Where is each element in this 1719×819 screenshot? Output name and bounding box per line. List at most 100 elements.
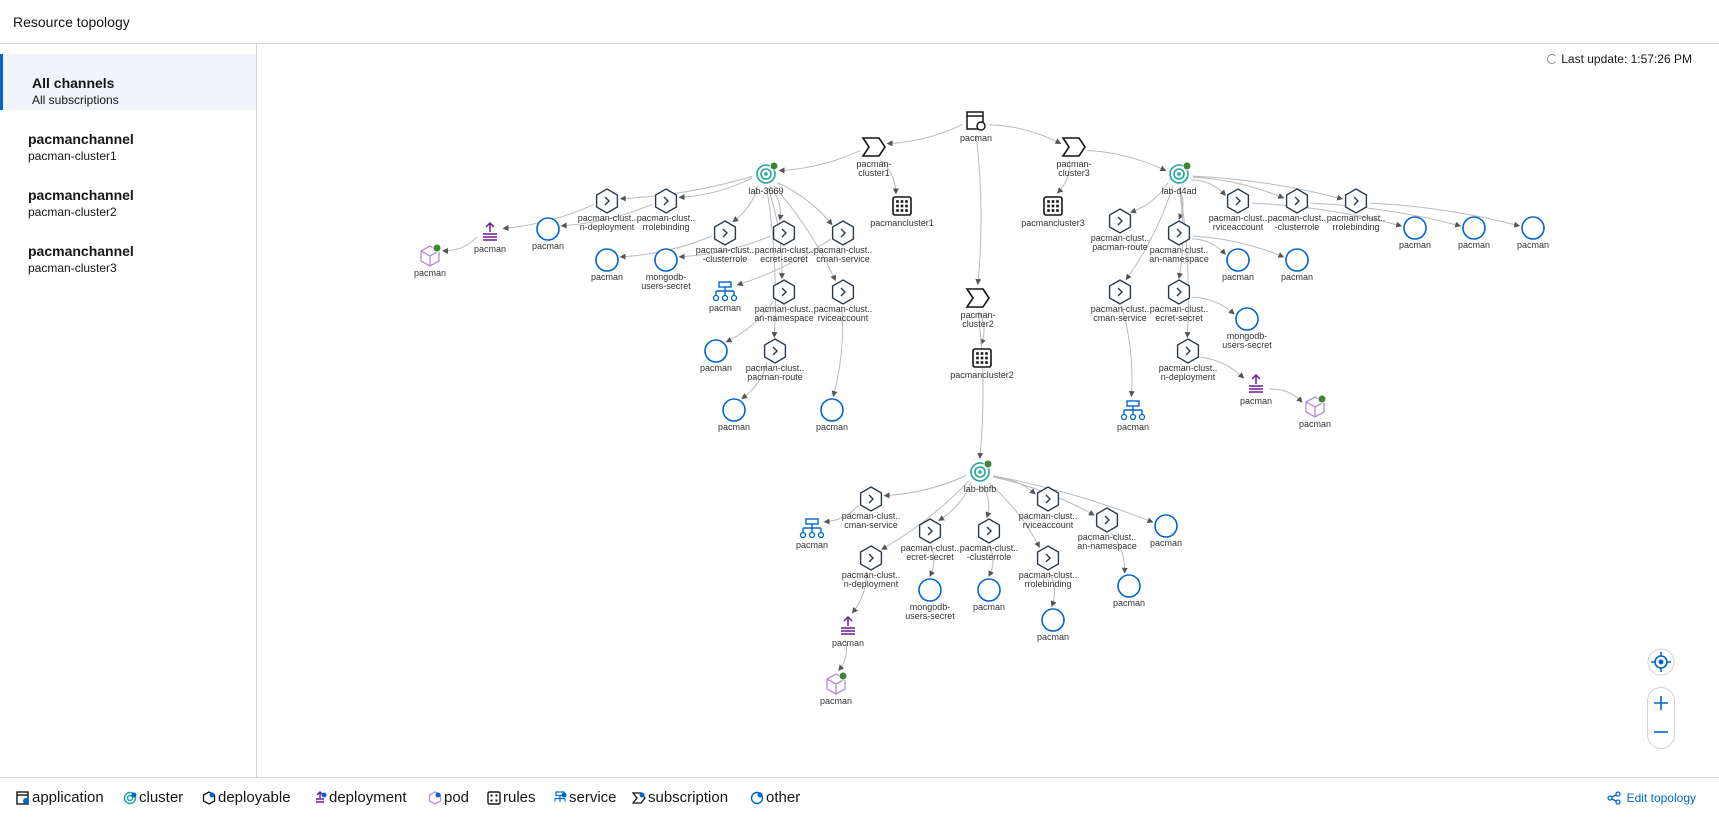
node-label: pacman [709, 303, 741, 313]
node-label: cman-service [816, 254, 870, 264]
topology-node-cluster[interactable]: lab-d4ad [1161, 161, 1197, 196]
topology-node-rules[interactable]: pacmancluster3 [1021, 196, 1085, 228]
topology-edge [883, 474, 967, 499]
topology-node-application[interactable]: pacman [960, 111, 992, 143]
node-label: pacman [1150, 538, 1182, 548]
topology-node-subscription[interactable]: pacman-cluster2 [960, 288, 996, 329]
edit-topology-link[interactable]: Edit topology [1606, 791, 1696, 805]
node-label: pacmancluster2 [950, 370, 1014, 380]
topology-edge [977, 311, 984, 459]
node-label: lab-d4ad [1161, 186, 1196, 196]
topology-node-deployable[interactable]: pacman-clust..an-namespace [754, 279, 814, 323]
topology-node-other[interactable]: pacman [700, 339, 732, 373]
topology-node-service[interactable]: pacman [1117, 400, 1149, 432]
topology-node-deployable[interactable]: pacman-clust..-clusterrole [960, 518, 1019, 562]
topology-edge [776, 182, 833, 226]
topology-node-deployable[interactable]: pacman-clust..pacman-route [746, 338, 805, 382]
node-label: pacman [820, 696, 852, 706]
topology-node-service[interactable]: pacman [796, 518, 828, 550]
topology-node-deployable[interactable]: pacman-clust..an-namespace [1149, 220, 1209, 264]
topology-node-deployable[interactable]: pacman-clust..rrolebinding [1327, 188, 1386, 232]
topology-node-other[interactable]: pacman [1113, 574, 1145, 608]
topology-node-deployable[interactable]: pacman-clust..ecret-secret [901, 518, 960, 562]
topology-node-rules[interactable]: pacmancluster2 [950, 348, 1014, 380]
fit-to-screen-button[interactable] [1647, 648, 1675, 681]
topology-edge [1191, 179, 1226, 196]
node-label: n-deployment [844, 579, 899, 589]
topology-node-deployable[interactable]: pacman-clust..rviceaccount [814, 279, 873, 323]
topology-node-other[interactable]: pacman [591, 248, 623, 282]
topology-node-deployable[interactable]: pacman-clust..ecret-secret [755, 220, 814, 264]
zoom-controls [1647, 687, 1675, 754]
node-label: users-secret [1222, 340, 1272, 350]
topology-node-deployable[interactable]: pacman-clust..rviceaccount [1209, 188, 1268, 232]
topology-node-other[interactable]: pacman [1037, 608, 1069, 642]
topology-node-other[interactable]: pacman [973, 578, 1005, 612]
node-label: pacman [532, 241, 564, 251]
topology-edge [619, 175, 753, 202]
topology-legend: application cluster deployable deploymen… [0, 777, 1719, 819]
topology-node-other[interactable]: pacman [1281, 248, 1313, 282]
topology-node-deployment[interactable]: pacman [474, 221, 506, 254]
node-label: rrolebinding [1024, 579, 1071, 589]
node-label: cluster3 [1058, 168, 1090, 178]
topology-node-deployable[interactable]: pacman-clust..n-deployment [578, 188, 637, 232]
topology-node-deployable[interactable]: pacman-clust..cman-service [1091, 279, 1150, 323]
topology-node-rules[interactable]: pacmancluster1 [870, 196, 934, 228]
node-label: n-deployment [580, 222, 635, 232]
topology-node-cluster[interactable]: lab-bbfb [964, 459, 997, 494]
topology-node-deployable[interactable]: pacman-clust..an-namespace [1077, 507, 1137, 551]
topology-node-deployable[interactable]: pacman-clust..cman-service [842, 486, 901, 530]
topology-node-deployable[interactable]: pacman-clust..rrolebinding [1019, 545, 1078, 589]
topology-node-other[interactable]: mongodb-users-secret [641, 248, 691, 291]
topology-node-deployable[interactable]: pacman-clust..-clusterrole [696, 220, 755, 264]
node-label: cman-service [1093, 313, 1147, 323]
share-nodes-icon [1606, 791, 1621, 805]
topology-edge [441, 236, 478, 254]
node-label: pacman [700, 363, 732, 373]
node-label: users-secret [905, 611, 955, 621]
topology-node-deployable[interactable]: pacman-clust..n-deployment [1159, 338, 1218, 382]
topology-node-pod[interactable]: pacman [414, 243, 446, 278]
topology-node-other[interactable]: pacman [1150, 514, 1182, 548]
topology-node-deployable[interactable]: pacman-clust..ecret-secret [1150, 279, 1209, 323]
topology-node-deployable[interactable]: pacman-clust..pacman-route [1091, 208, 1150, 252]
node-label: an-namespace [754, 313, 814, 323]
topology-node-deployable[interactable]: pacman-clust..cman-service [814, 220, 873, 264]
legend-service: service [553, 789, 617, 806]
cluster-icon [123, 791, 137, 804]
topology-node-deployment[interactable]: pacman [1240, 373, 1272, 406]
node-label: pacman [973, 602, 1005, 612]
topology-node-other[interactable]: pacman [1399, 216, 1431, 250]
topology-node-deployment[interactable]: pacman [832, 615, 864, 648]
node-label: pacman [796, 540, 828, 550]
topology-node-other[interactable]: pacman [1517, 216, 1549, 250]
node-label: pacman [1222, 272, 1254, 282]
legend-other: other [750, 789, 800, 806]
node-label: pacman-route [747, 372, 803, 382]
topology-node-deployable[interactable]: pacman-clust..rrolebinding [637, 188, 696, 232]
legend-label: application [32, 789, 104, 806]
node-label: ecret-secret [1155, 313, 1203, 323]
topology-node-pod[interactable]: pacman [1299, 394, 1331, 429]
legend-label: deployable [218, 789, 291, 806]
topology-node-pod[interactable]: pacman [820, 671, 852, 706]
topology-node-other[interactable]: pacman [1222, 248, 1254, 282]
node-label: pacman [1240, 396, 1272, 406]
topology-edge [886, 124, 963, 147]
topology-node-other[interactable]: pacman [816, 398, 848, 432]
topology-node-deployable[interactable]: pacman-clust..n-deployment [842, 545, 901, 589]
topology-node-other[interactable]: pacman [1458, 216, 1490, 250]
node-label: pacman [1299, 419, 1331, 429]
node-label: pacmancluster1 [870, 218, 934, 228]
node-label: ecret-secret [760, 254, 808, 264]
node-label: -clusterrole [703, 254, 748, 264]
topology-node-subscription[interactable]: pacman-cluster3 [1056, 137, 1092, 178]
topology-node-service[interactable]: pacman [709, 281, 741, 313]
topology-node-other[interactable]: pacman [718, 398, 750, 432]
topology-node-other[interactable]: mongodb-users-secret [1222, 307, 1272, 350]
topology-node-cluster[interactable]: lab-3669 [748, 161, 784, 196]
topology-node-subscription[interactable]: pacman-cluster1 [856, 137, 892, 178]
topology-node-other[interactable]: mongodb-users-secret [905, 578, 955, 621]
topology-graph[interactable]: pacman pacman-cluster1 pacman-cluster2 pacm… [0, 0, 1719, 777]
